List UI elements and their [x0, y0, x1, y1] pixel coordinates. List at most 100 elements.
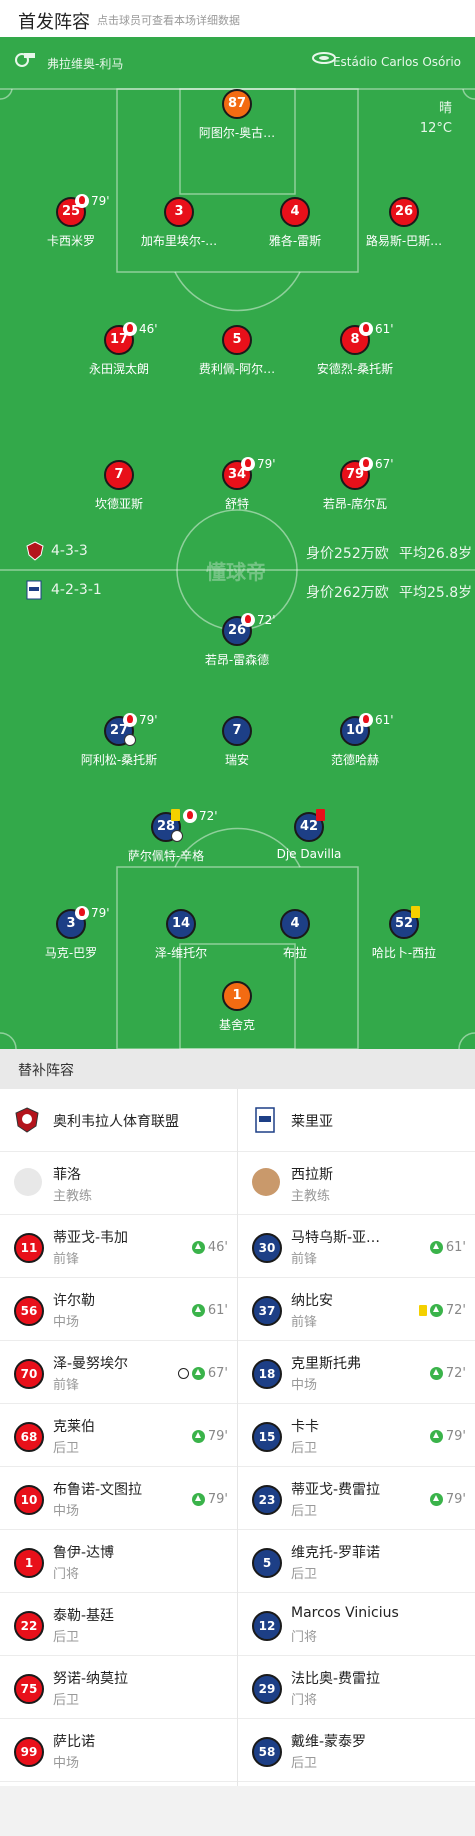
substitute-row[interactable]: 70 泽-曼努埃尔 前锋 67': [0, 1341, 237, 1404]
shirt-number: 37: [252, 1296, 282, 1326]
substitutes-title: 替补阵容: [18, 1063, 74, 1079]
sub-out-icon: [359, 713, 373, 727]
away-team-row[interactable]: 莱里亚: [238, 1089, 475, 1152]
substitute-row[interactable]: 29 法比奥-费雷拉 门将: [238, 1656, 475, 1719]
home-average-age: 平均26.8岁: [399, 546, 473, 562]
home-substitutes: 奥利韦拉人体育联盟 菲洛 主教练 11 蒂亚戈-韦加 前锋 46' 56 许尔勒 中场 61'…: [0, 1089, 237, 1782]
sub-in-icon: [191, 1304, 205, 1317]
substitute-row[interactable]: 30 马特乌斯-亚… 前锋 61': [238, 1215, 475, 1278]
away-team-logo-icon: [255, 1107, 275, 1133]
player-marker[interactable]: 10 61' 范德哈赫: [280, 713, 430, 772]
player-marker[interactable]: 1 基舍克: [162, 981, 312, 1037]
sub-in-icon: [191, 1367, 205, 1380]
sub-out-icon: [241, 457, 255, 471]
substitute-row[interactable]: 58 戴维-蒙泰罗 后卫: [238, 1719, 475, 1782]
sub-in-time: 79': [191, 1429, 228, 1444]
goal-ball-icon: [171, 830, 183, 842]
shirt-number: 23: [252, 1485, 282, 1515]
shirt-number: 10: [14, 1485, 44, 1515]
player-position: 前锋: [53, 1252, 80, 1267]
away-substitutes: 莱里亚 西拉斯 主教练 30 马特乌斯-亚… 前锋 61' 37 纳比安 前锋 72' 18 克里…: [238, 1089, 475, 1782]
substitute-row[interactable]: 12 Marcos Vinicius 门将: [238, 1593, 475, 1656]
substitute-row[interactable]: 18 克里斯托弗 中场 72': [238, 1341, 475, 1404]
red-card-icon: [316, 809, 325, 821]
away-formation: 4-2-3-1: [51, 582, 102, 598]
player-marker[interactable]: 79 67' 若昂-席尔瓦: [280, 457, 430, 516]
substitute-row[interactable]: 99 萨比诺中场: [0, 1719, 237, 1782]
sub-out-icon: [241, 613, 255, 627]
player-name: 维克托-罗菲诺: [291, 1545, 381, 1561]
referee-name: 弗拉维奥-利马: [47, 57, 124, 71]
sub-in-time: 61': [191, 1303, 228, 1318]
home-team-logo-icon: [26, 541, 44, 561]
player-position: 前锋: [291, 1315, 318, 1330]
shirt-number: 18: [252, 1359, 282, 1389]
player-name: 泰勒-基廷: [53, 1608, 115, 1624]
shirt-number: 29: [252, 1674, 282, 1704]
player-marker[interactable]: 8 61' 安德烈-桑托斯: [280, 322, 430, 381]
sub-in-time: 46': [191, 1240, 228, 1255]
substitute-row[interactable]: 75 努诺-纳莫拉 后卫: [0, 1656, 237, 1719]
player-name: 萨比诺: [53, 1734, 95, 1750]
player-marker[interactable]: 26 路易斯-巴斯…: [329, 197, 475, 253]
shirt-number: 12: [252, 1611, 282, 1641]
substitute-row[interactable]: 10 布鲁诺-文图拉 中场 79': [0, 1467, 237, 1530]
sub-in-icon: [429, 1430, 443, 1443]
sub-in-icon: [191, 1493, 205, 1506]
shirt-number: 30: [252, 1233, 282, 1263]
player-name: 戴维-蒙泰罗: [291, 1734, 367, 1750]
shirt-number: 99: [14, 1737, 44, 1767]
sub-in-icon: [429, 1304, 443, 1317]
substitute-row[interactable]: 5 维克托-罗菲诺 后卫: [238, 1530, 475, 1593]
player-position: 后卫: [291, 1504, 318, 1519]
sub-in-icon: [429, 1241, 443, 1254]
shirt-number: 68: [14, 1422, 44, 1452]
substitute-row[interactable]: 56 许尔勒 中场 61': [0, 1278, 237, 1341]
player-position: 中场: [53, 1315, 80, 1330]
player-position: 前锋: [53, 1378, 80, 1393]
home-team-row[interactable]: 奥利韦拉人体育联盟: [0, 1089, 237, 1152]
sub-in-time: 67': [177, 1366, 228, 1381]
substitute-row[interactable]: 23 蒂亚戈-费雷拉 后卫 79': [238, 1467, 475, 1530]
player-marker[interactable]: 87 阿图尔-奥古…: [162, 89, 312, 145]
pitch: 弗拉维奥-利马 Estádio Carlos Osório 晴 12°C 懂球帝…: [0, 37, 475, 1049]
sub-in-icon: [429, 1367, 443, 1380]
player-name: 蒂亚戈-韦加: [53, 1230, 129, 1246]
player-marker[interactable]: 42 Dje Davilla: [234, 809, 384, 868]
player-position: 中场: [53, 1756, 80, 1771]
sub-in-icon: [429, 1493, 443, 1506]
player-marker[interactable]: 28 72' 萨尔佩特-辛格: [91, 809, 241, 868]
sub-out-icon: [123, 713, 137, 727]
player-name: 法比奥-费雷拉: [291, 1671, 381, 1687]
player-marker[interactable]: 52 哈比卜-西拉: [329, 906, 475, 965]
lineup-hint: 点击球员可查看本场详细数据: [97, 14, 240, 27]
player-position: 后卫: [53, 1441, 80, 1456]
player-name: 克里斯托弗: [291, 1356, 361, 1372]
player-position: 门将: [291, 1693, 318, 1708]
home-coach-row[interactable]: 菲洛 主教练: [0, 1152, 237, 1215]
substitute-row[interactable]: 22 泰勒-基廷 后卫: [0, 1593, 237, 1656]
coach-avatar-icon: [252, 1168, 280, 1196]
home-squad-value: 身价252万欧: [306, 546, 389, 562]
player-name: Marcos Vinicius: [291, 1605, 399, 1621]
substitute-row[interactable]: 68 克莱伯 后卫 79': [0, 1404, 237, 1467]
away-team-name: 莱里亚: [291, 1114, 333, 1130]
player-position: 后卫: [53, 1693, 80, 1708]
yellow-card-icon: [411, 906, 420, 918]
substitute-row[interactable]: 11 蒂亚戈-韦加 前锋 46': [0, 1215, 237, 1278]
player-position: 中场: [53, 1504, 80, 1519]
player-name: 纳比安: [291, 1293, 333, 1309]
substitute-row[interactable]: 1 鲁伊-达博 门将: [0, 1530, 237, 1593]
shirt-number: 1: [14, 1548, 44, 1578]
player-name: 努诺-纳莫拉: [53, 1671, 129, 1687]
sub-out-icon: [183, 809, 197, 823]
substitutes-table: 奥利韦拉人体育联盟 菲洛 主教练 11 蒂亚戈-韦加 前锋 46' 56 许尔勒 中场 61'…: [0, 1089, 475, 1786]
substitute-row[interactable]: 37 纳比安 前锋 72': [238, 1278, 475, 1341]
goal-ball-icon: [124, 734, 136, 746]
away-coach-row[interactable]: 西拉斯 主教练: [238, 1152, 475, 1215]
coach-avatar-icon: [14, 1168, 42, 1196]
yellow-card-icon: [171, 809, 180, 821]
player-name: 蒂亚戈-费雷拉: [291, 1482, 381, 1498]
player-marker[interactable]: 26 72' 若昂-雷森德: [162, 613, 312, 672]
substitute-row[interactable]: 15 卡卡 后卫 79': [238, 1404, 475, 1467]
